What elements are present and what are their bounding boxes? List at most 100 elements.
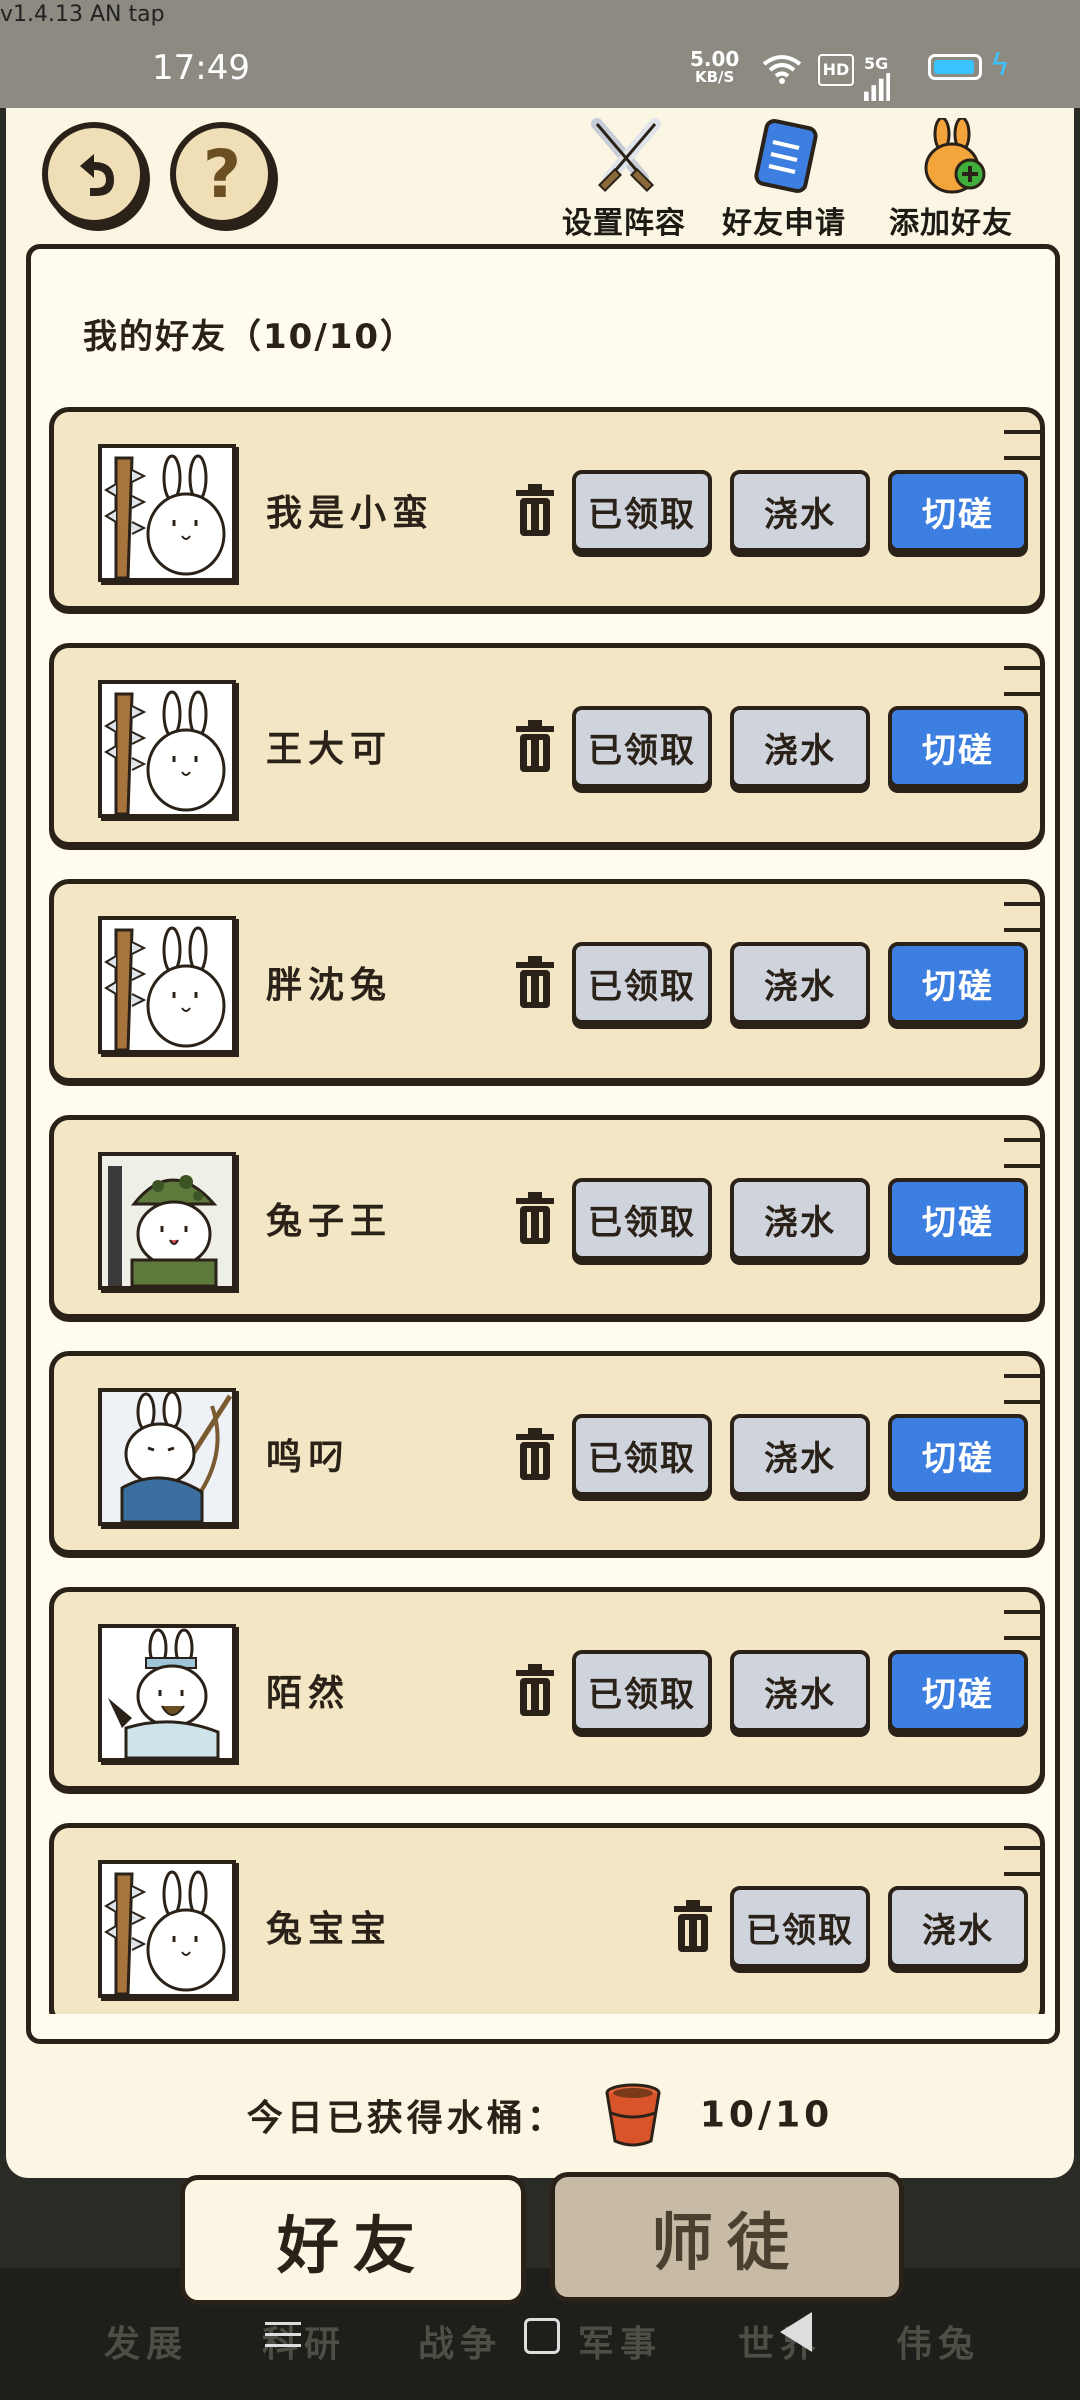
trash-icon[interactable]: [512, 1664, 558, 1718]
trash-icon[interactable]: [512, 1428, 558, 1482]
water-button[interactable]: 浇水: [888, 1886, 1028, 1968]
add-friend-button[interactable]: 添加好友: [876, 118, 1026, 241]
water-button[interactable]: 浇水: [730, 942, 870, 1024]
nav-military[interactable]: 军事: [578, 2315, 662, 2367]
friend-row: 王大可 已领取 浇水 切磋: [49, 643, 1045, 847]
claimed-button[interactable]: 已领取: [572, 470, 712, 552]
add-friend-label: 添加好友: [889, 206, 1013, 241]
row-decoration: [1004, 902, 1044, 932]
trash-icon[interactable]: [512, 1192, 558, 1246]
water-button[interactable]: 浇水: [730, 1650, 870, 1732]
trash-icon[interactable]: [512, 484, 558, 538]
row-decoration: [1004, 1846, 1044, 1876]
friend-requests-button[interactable]: 好友申请: [709, 118, 859, 241]
friend-name: 王大可: [266, 729, 393, 770]
network-speed: 5.00 KB/S: [690, 47, 740, 86]
trash-icon[interactable]: [512, 720, 558, 774]
spar-button[interactable]: 切磋: [888, 942, 1028, 1024]
daily-water-label: 今日已获得水桶：: [246, 2098, 567, 2139]
archer-rabbit-avatar-icon: [102, 1392, 232, 1522]
status-bar: v1.4.13 AN tap 17:49 5.00 KB/S HD 5G ϟ: [0, 0, 1080, 108]
friend-row: 兔子王 已领取 浇水 切磋: [49, 1115, 1045, 1319]
scholar-rabbit-avatar-icon: [102, 1628, 232, 1758]
trash-icon[interactable]: [512, 956, 558, 1010]
row-decoration: [1004, 430, 1044, 460]
row-decoration: [1004, 666, 1044, 696]
network-speed-unit: KB/S: [695, 68, 735, 86]
signal-label: 5G: [864, 54, 889, 73]
clock: 17:49: [152, 48, 250, 88]
spar-button[interactable]: 切磋: [888, 470, 1028, 552]
claimed-button[interactable]: 已领取: [572, 942, 712, 1024]
row-decoration: [1004, 1374, 1044, 1404]
friends-count-title: 我的好友（10/10）: [83, 317, 417, 357]
club-rabbit-avatar-icon: [102, 920, 232, 1050]
network-speed-value: 5.00: [690, 47, 740, 71]
claimed-button[interactable]: 已领取: [572, 1178, 712, 1260]
rabbit-add-icon: [924, 118, 986, 194]
system-back-icon[interactable]: [780, 2312, 812, 2352]
friend-avatar[interactable]: [98, 1624, 236, 1762]
claimed-button[interactable]: 已领取: [572, 1650, 712, 1732]
row-decoration: [1004, 1610, 1044, 1640]
friend-avatar[interactable]: [98, 916, 236, 1054]
club-rabbit-avatar-icon: [102, 448, 232, 578]
request-list-icon: [754, 118, 818, 194]
spar-button[interactable]: 切磋: [888, 706, 1028, 788]
nav-great-rabbit[interactable]: 伟兔: [896, 2315, 980, 2367]
friend-avatar[interactable]: [98, 680, 236, 818]
friend-avatar[interactable]: [98, 1152, 236, 1290]
trash-icon[interactable]: [670, 1900, 716, 1954]
tab-mentor[interactable]: 师徒: [550, 2172, 904, 2302]
claimed-button[interactable]: 已领取: [572, 706, 712, 788]
set-lineup-button[interactable]: 设置阵容: [549, 118, 699, 241]
tab-friends[interactable]: 好友: [180, 2175, 526, 2305]
water-button[interactable]: 浇水: [730, 706, 870, 788]
friend-requests-label: 好友申请: [722, 206, 846, 241]
hd-icon: HD: [818, 54, 854, 86]
friend-row: 胖沈兔 已领取 浇水 切磋: [49, 879, 1045, 1083]
help-button[interactable]: ?: [170, 122, 274, 226]
undo-arrow-icon: [80, 154, 114, 196]
nav-war[interactable]: 战争: [418, 2315, 502, 2367]
soldier-rabbit-avatar-icon: [102, 1156, 232, 1286]
crossed-swords-icon: [591, 118, 661, 193]
friend-name: 鸣叼: [266, 1437, 351, 1478]
water-button[interactable]: 浇水: [730, 1414, 870, 1496]
claimed-button[interactable]: 已领取: [730, 1886, 870, 1968]
daily-water-status: 今日已获得水桶： 10/10: [6, 2083, 1074, 2147]
signal-icon: 5G: [864, 54, 910, 101]
nav-develop[interactable]: 发展: [104, 2315, 188, 2367]
spar-button[interactable]: 切磋: [888, 1414, 1028, 1496]
friend-name: 我是小蛮: [266, 493, 435, 534]
club-rabbit-avatar-icon: [102, 1864, 232, 1994]
friend-row: 我是小蛮 已领取 浇水 切磋: [49, 407, 1045, 611]
system-home-icon[interactable]: [524, 2318, 560, 2354]
water-button[interactable]: 浇水: [730, 1178, 870, 1260]
back-button[interactable]: [42, 122, 146, 226]
friend-avatar[interactable]: [98, 1388, 236, 1526]
friend-name: 陌然: [266, 1673, 351, 1714]
set-lineup-label: 设置阵容: [562, 206, 686, 241]
system-menu-icon[interactable]: [265, 2322, 301, 2355]
water-button[interactable]: 浇水: [730, 470, 870, 552]
friend-row: 兔宝宝 已领取 浇水: [49, 1823, 1045, 2014]
friend-name: 胖沈兔: [266, 965, 393, 1006]
claimed-button[interactable]: 已领取: [572, 1414, 712, 1496]
friend-name: 兔宝宝: [266, 1909, 393, 1950]
friends-list-panel: 我的好友（10/10） 我是小蛮 已领取 浇水 切磋 王大可 已领取 浇水 切磋…: [26, 244, 1060, 2044]
friend-name: 兔子王: [266, 1201, 393, 1242]
friend-row: 陌然 已领取 浇水 切磋: [49, 1587, 1045, 1791]
friend-avatar[interactable]: [98, 444, 236, 582]
spar-button[interactable]: 切磋: [888, 1178, 1028, 1260]
friends-screen: ? 设置阵容 好友申请 添加好友 我的好友（10/10） 我是小蛮 已领取 浇水…: [6, 108, 1074, 2178]
spar-button[interactable]: 切磋: [888, 1650, 1028, 1732]
debug-version-text: v1.4.13 AN tap: [0, 2, 165, 27]
friend-row: 鸣叼 已领取 浇水 切磋: [49, 1351, 1045, 1555]
friend-avatar[interactable]: [98, 1860, 236, 1998]
daily-water-value: 10/10: [699, 2094, 834, 2136]
friend-list[interactable]: 我是小蛮 已领取 浇水 切磋 王大可 已领取 浇水 切磋 胖沈兔 已领取 浇水 …: [41, 399, 1051, 2014]
charging-bolt-icon: ϟ: [990, 48, 1010, 83]
battery-icon: [928, 54, 982, 80]
row-decoration: [1004, 1138, 1044, 1168]
